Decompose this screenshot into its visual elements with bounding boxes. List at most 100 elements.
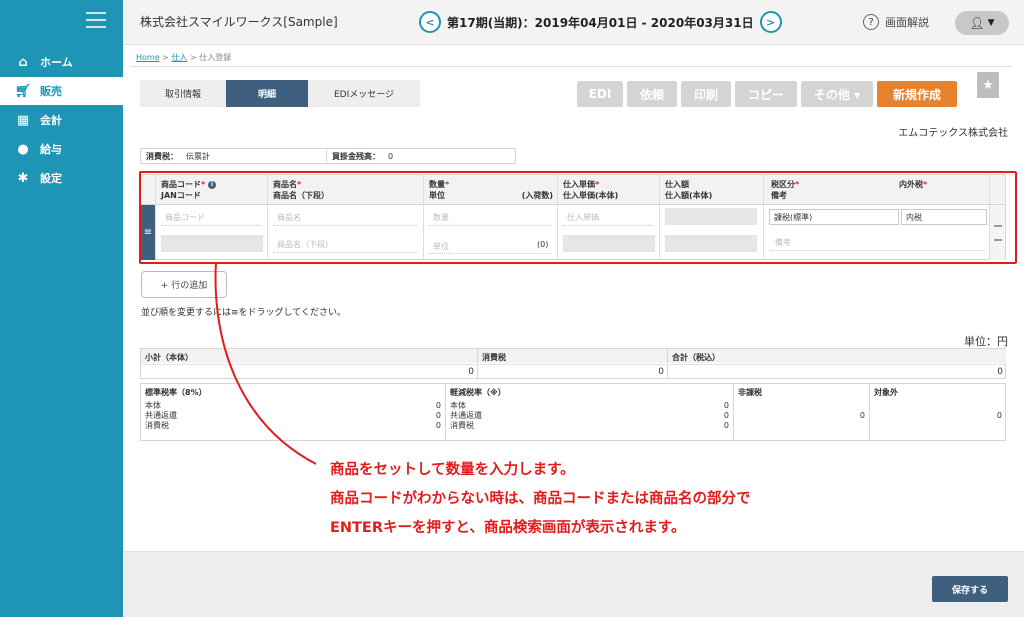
copy-button[interactable]: コピー [735, 81, 797, 107]
product-code-input[interactable]: 商品コード [165, 212, 205, 223]
period-selector: < 第17期(当期)：2019年04月01日 - 2020年03月31日 > [419, 11, 782, 33]
callout-text: 商品をセットして数量を入力します。 商品コードがわからない時は、商品コードまたは… [330, 456, 751, 543]
pack-count-value: (0) [537, 240, 549, 249]
star-icon[interactable]: ★ [977, 72, 999, 98]
reduced-rate-section: 軽減税率（※） 本体 0 共通返還 0 消費税 0 [446, 384, 734, 442]
tab-bar: 取引情報 明細 EDIメッセージ [140, 80, 420, 107]
sidebar-item-payroll[interactable]: ● 給与 [0, 135, 123, 163]
help-label: 画面解説 [885, 16, 929, 29]
jan-code-readonly [161, 235, 263, 252]
question-icon: ? [863, 14, 879, 30]
tax-total-value: 0 [478, 364, 668, 379]
non-taxable-title: 非課税 [738, 388, 762, 397]
amount-body-readonly [665, 235, 757, 252]
product-name-sub-input[interactable]: 商品名（下段） [277, 239, 333, 250]
callout-line-2: 商品コードがわからない時は、商品コードまたは商品名の部分で [330, 491, 751, 507]
product-name-input[interactable]: 商品名 [277, 212, 301, 223]
amount-readonly [665, 208, 757, 225]
divider [130, 66, 1012, 67]
totals-table: 小計（本体） 消費税 合計（税込） 0 0 0 [140, 348, 1006, 379]
subtotal-value: 0 [141, 364, 478, 379]
prev-period-icon[interactable]: < [419, 11, 441, 33]
reduced-rate-title: 軽減税率（※） [450, 388, 506, 397]
sidebar-item-sales[interactable]: 🛒︎ 販売 [0, 77, 123, 105]
sidebar-item-settings[interactable]: ✱ 設定 [0, 164, 123, 192]
new-create-button[interactable]: 新規作成 [877, 81, 957, 107]
breadcrumb-purchase-link[interactable]: 仕入 [171, 53, 187, 62]
memo-input[interactable]: 備考 [775, 237, 791, 248]
user-icon: 👤︎ [969, 16, 985, 30]
row-controls [989, 205, 1005, 260]
row-delete-icon[interactable] [994, 225, 1002, 227]
sidebar-item-accounting[interactable]: ▦ 会計 [0, 106, 123, 134]
help-button[interactable]: ? 画面解説 [863, 14, 929, 30]
footer: 保存する [123, 551, 1024, 617]
unit-input[interactable]: 単位 [433, 241, 449, 252]
col-unit-price: 仕入単価 [563, 180, 595, 189]
info-icon[interactable]: i [207, 180, 216, 189]
col-amount: 仕入額 [665, 180, 689, 189]
exempt-value: 0 [996, 411, 1002, 420]
unit-price-input[interactable]: 仕入単価 [567, 212, 599, 223]
tax-total-label: 消費税 [478, 349, 668, 363]
calculator-icon: ▦ [16, 112, 30, 128]
period-text: 第17期(当期)：2019年04月01日 - 2020年03月31日 [447, 15, 754, 30]
tax-breakdown-table: 標準税率（8%） 本体 0 共通返還 0 消費税 0 軽減税率（※） 本体 0 共通返還… [140, 383, 1006, 442]
tab-edi-message[interactable]: EDIメッセージ [308, 80, 420, 107]
payable-balance-label: 買掛金残高： [332, 151, 380, 161]
callout-line-1: 商品をセットして数量を入力します。 [330, 462, 575, 478]
other-menu-button[interactable]: その他 ▾ [801, 81, 873, 107]
col-unit: 単位 [429, 191, 445, 200]
payable-balance-value: 0 [388, 151, 394, 161]
standard-rate-title: 標準税率（8%） [145, 388, 207, 397]
col-amount-body: 仕入額(本体) [665, 191, 713, 200]
tax-inclusion-select[interactable]: 内税 [901, 209, 987, 225]
home-icon: ⌂ [18, 54, 28, 70]
col-tax-category: 税区分 [771, 180, 795, 189]
col-tax-inclusion: 内外税 [899, 180, 923, 189]
detail-table-header: 商品コード* i JANコード 商品名* 商品名（下段） 数量* 単位 (入荷数) 仕入… [141, 175, 1005, 205]
edi-button[interactable]: EDI [577, 81, 623, 107]
col-pack-count: (入荷数) [521, 191, 553, 200]
header: 株式会社スマイルワークス[Sample] < 第17期(当期)：2019年04月… [123, 0, 1024, 45]
non-taxable-value: 0 [859, 411, 865, 420]
info-bar: 消費税： 伝票計 買掛金残高： 0 [140, 148, 516, 164]
grand-total-value: 0 [668, 364, 1006, 379]
add-row-button[interactable]: + 行の追加 [141, 271, 227, 298]
unit-label: 単位：円 [964, 335, 1008, 348]
tab-details[interactable]: 明細 [226, 80, 308, 107]
supplier-name: エムコテックス株式会社 [898, 128, 1008, 139]
col-product-code: 商品コード [161, 180, 201, 189]
breadcrumb-home-link[interactable]: Home [136, 53, 160, 62]
request-button[interactable]: 依頼 [627, 81, 677, 107]
row-reorder-icon[interactable] [994, 239, 1002, 241]
standard-rate-section: 標準税率（8%） 本体 0 共通返還 0 消費税 0 [141, 384, 446, 442]
next-period-icon[interactable]: > [759, 11, 782, 33]
grand-total-label: 合計（税込） [668, 349, 1006, 363]
chevron-down-icon: ▼ [987, 18, 995, 28]
exempt-section: 対象外 0 [870, 384, 1006, 442]
hamburger-menu-icon[interactable] [86, 12, 106, 28]
toolbar: EDI 依頼 印刷 コピー その他 ▾ 新規作成 [577, 81, 961, 107]
drag-instruction: 並び順を変更するには≡をドラッグしてください。 [141, 308, 347, 318]
save-button[interactable]: 保存する [932, 576, 1008, 602]
col-jan-code: JANコード [161, 191, 201, 200]
print-button[interactable]: 印刷 [681, 81, 731, 107]
breadcrumb: Home > 仕入 > 仕入登録 [136, 53, 232, 62]
col-product-name: 商品名 [273, 180, 297, 189]
tab-transaction-info[interactable]: 取引情報 [140, 80, 226, 107]
col-product-name-sub: 商品名（下段） [273, 191, 329, 200]
quantity-input[interactable]: 数量 [433, 212, 449, 223]
sidebar-item-label: 会計 [40, 114, 62, 127]
cart-icon: 🛒︎ [14, 83, 32, 99]
sidebar-item-label: ホーム [40, 56, 73, 69]
callout-line-3: ENTERキーを押すと、商品検索画面が表示されます。 [330, 520, 686, 536]
sidebar-item-label: 給与 [40, 143, 62, 156]
tax-category-select[interactable]: 課税(標準) [769, 209, 899, 225]
money-bag-icon: ● [17, 141, 29, 157]
exempt-title: 対象外 [874, 388, 898, 397]
row-drag-handle[interactable]: ≡ [141, 205, 155, 260]
sidebar-item-home[interactable]: ⌂ ホーム [0, 48, 123, 76]
gear-icon: ✱ [17, 170, 29, 186]
user-menu-button[interactable]: 👤︎ ▼ [955, 11, 1009, 35]
